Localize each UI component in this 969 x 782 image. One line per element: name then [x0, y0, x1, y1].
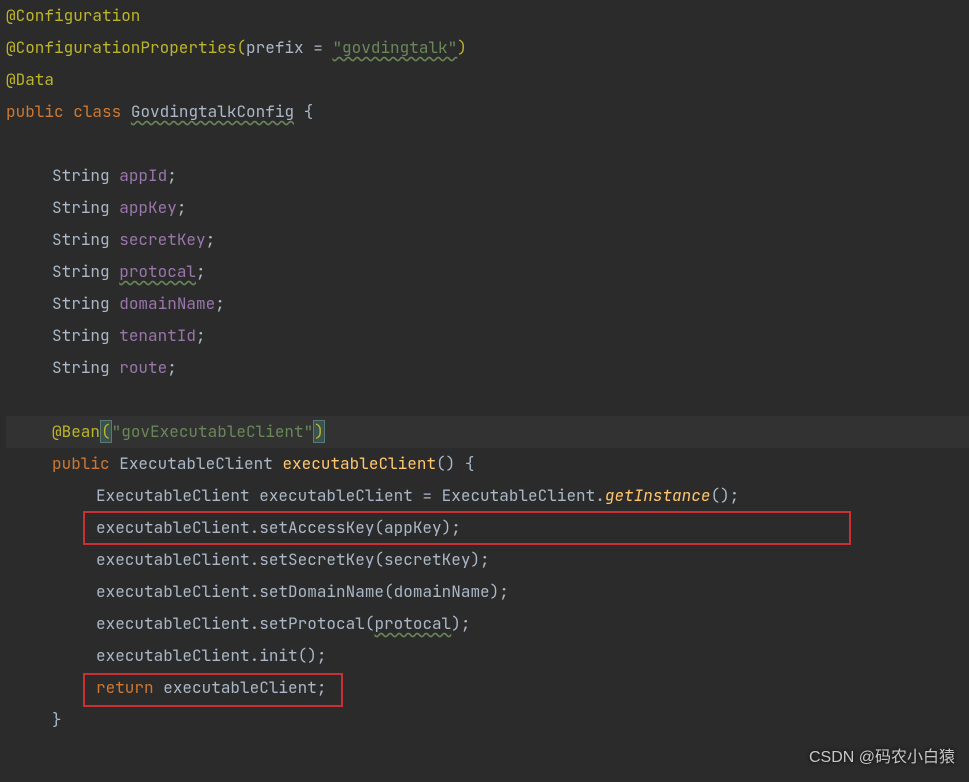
keyword-public: public [6, 101, 64, 122]
code-line: public ExecutableClient executableClient… [6, 448, 969, 480]
field-protocal: protocal [119, 261, 196, 282]
keyword-class: class [73, 101, 121, 122]
code-line: public class GovdingtalkConfig { [6, 96, 969, 128]
annotation-configuration: @Configuration [6, 5, 140, 26]
return-type: ExecutableClient [119, 453, 273, 474]
code-line: executableClient.setProtocal(protocal); [6, 608, 969, 640]
arg-protocal: protocal [374, 613, 451, 634]
field-secretKey: secretKey [119, 229, 205, 250]
keyword-public: public [52, 453, 110, 474]
method-init: init [259, 645, 297, 666]
code-line: @Configuration [6, 0, 969, 32]
blank-line [6, 128, 969, 160]
code-line: String appKey; [6, 192, 969, 224]
method-setDomainName: setDomainName [259, 581, 384, 602]
method-setProtocal: setProtocal [259, 613, 365, 634]
field-appId: appId [119, 165, 167, 186]
highlight-box-2 [83, 673, 343, 707]
code-line: executableClient.setSecretKey(secretKey)… [6, 544, 969, 576]
code-line: executableClient.setDomainName(domainNam… [6, 576, 969, 608]
code-line: String secretKey; [6, 224, 969, 256]
arg-secretKey: secretKey [384, 549, 470, 570]
code-line: } [6, 704, 969, 736]
code-line: ExecutableClient executableClient = Exec… [6, 480, 969, 512]
arg-domainName: domainName [394, 581, 490, 602]
annotation-data: @Data [6, 69, 54, 90]
field-appKey: appKey [119, 197, 177, 218]
code-line: String appId; [6, 160, 969, 192]
annotation-configuration-properties: @ConfigurationProperties [6, 37, 236, 58]
code-editor[interactable]: @Configuration @ConfigurationProperties(… [0, 0, 969, 736]
code-line: String route; [6, 352, 969, 384]
method-getInstance: getInstance [605, 485, 711, 506]
field-route: route [119, 357, 167, 378]
watermark: CSDN @码农小白猿 [809, 742, 955, 774]
highlight-box-1 [83, 511, 851, 545]
blank-line [6, 384, 969, 416]
code-line: String domainName; [6, 288, 969, 320]
annotation-bean: @Bean [52, 421, 100, 442]
local-var: executableClient [259, 485, 413, 506]
field-domainName: domainName [119, 293, 215, 314]
code-line: String protocal; [6, 256, 969, 288]
method-setSecretKey: setSecretKey [259, 549, 374, 570]
class-name: GovdingtalkConfig [131, 101, 294, 122]
code-line: executableClient.init(); [6, 640, 969, 672]
code-line: @Data [6, 64, 969, 96]
field-tenantId: tenantId [119, 325, 196, 346]
code-line: @ConfigurationProperties(prefix = "govdi… [6, 32, 969, 64]
method-name: executableClient [282, 453, 436, 474]
code-line: String tenantId; [6, 320, 969, 352]
bean-name: "govExecutableClient" [112, 421, 314, 442]
prefix-value: "govdingtalk" [332, 37, 457, 58]
code-line: @Bean("govExecutableClient") [6, 416, 969, 448]
prefix-key: prefix [246, 37, 304, 58]
